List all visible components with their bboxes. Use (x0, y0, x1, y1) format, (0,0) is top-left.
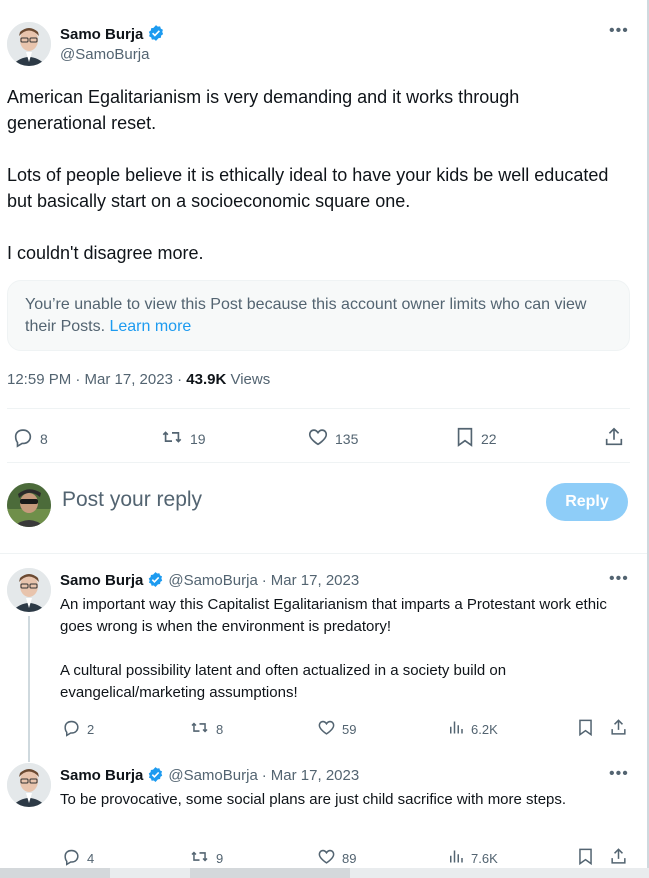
bookmark-action[interactable] (577, 847, 600, 869)
reply-paragraph: To be provocative, some social plans are… (60, 791, 567, 808)
bookmark-icon (577, 718, 600, 740)
reply-action[interactable]: 2 (62, 718, 94, 740)
more-icon[interactable]: ••• (609, 570, 629, 588)
author-name[interactable]: Samo Burja (60, 572, 143, 589)
like-count: 59 (342, 721, 357, 737)
reply-paragraph: A cultural possibility latent and often … (60, 662, 507, 701)
author-handle[interactable]: @SamoBurja (168, 767, 257, 784)
like-icon (317, 718, 342, 740)
post-paragraph: American Egalitarianism is very demandin… (7, 87, 520, 133)
author-name[interactable]: Samo Burja (60, 767, 143, 784)
more-icon[interactable]: ••• (609, 765, 629, 783)
reply-date[interactable]: Mar 17, 2023 (271, 767, 359, 784)
reply-text: To be provocative, some social plans are… (60, 789, 620, 833)
horizontal-scrollbar[interactable] (0, 868, 649, 878)
repost-count: 8 (216, 721, 224, 737)
post-paragraph: I couldn't disagree more. (7, 243, 204, 263)
views-count: 43.9K (186, 371, 227, 388)
post-meta: 12:59 PM · Mar 17, 2023 · 43.9K Views (7, 371, 270, 388)
separator: · (261, 767, 267, 784)
author-avatar[interactable] (7, 568, 51, 612)
like-icon (317, 847, 342, 869)
divider (7, 462, 630, 463)
reply-count: 4 (87, 850, 95, 866)
repost-action[interactable]: 8 (189, 718, 223, 740)
share-action[interactable] (609, 718, 634, 740)
reply-count: 8 (40, 430, 48, 447)
views-icon (447, 847, 471, 869)
like-action[interactable]: 135 (307, 426, 358, 451)
share-icon (609, 718, 634, 740)
repost-action[interactable]: 9 (189, 847, 223, 869)
author-handle[interactable]: @SamoBurja (60, 46, 149, 63)
reply-header: Samo Burja @SamoBurja · Mar 17, 2023 (60, 766, 359, 787)
like-count: 89 (342, 850, 357, 866)
views-count: 6.2K (471, 721, 498, 737)
repost-icon (160, 426, 190, 451)
repost-icon (189, 847, 216, 869)
thread-line (28, 616, 30, 762)
author-name-row[interactable]: Samo Burja (60, 24, 165, 47)
author-name[interactable]: Samo Burja (60, 26, 143, 43)
author-handle[interactable]: @SamoBurja (168, 572, 257, 589)
bookmark-action[interactable]: 22 (455, 426, 497, 451)
views-action[interactable]: 6.2K (447, 718, 498, 740)
repost-count: 9 (216, 850, 224, 866)
bookmark-action[interactable] (577, 718, 600, 740)
reply-text: An important way this Capitalist Egalita… (60, 594, 620, 726)
scrollbar-segment (0, 868, 110, 878)
author-avatar[interactable] (7, 22, 51, 66)
reply-button[interactable]: Reply (546, 483, 628, 521)
reply-icon (62, 718, 87, 740)
reply-count: 2 (87, 721, 95, 737)
verified-badge-icon (147, 571, 164, 592)
bookmark-icon (455, 426, 481, 451)
reply-icon (62, 847, 87, 869)
reply-action[interactable]: 8 (12, 426, 48, 451)
views-action[interactable]: 7.6K (447, 847, 498, 869)
repost-count: 19 (190, 430, 206, 447)
like-action[interactable]: 59 (317, 718, 356, 740)
post-timestamp[interactable]: 12:59 PM · Mar 17, 2023 · (7, 371, 186, 388)
views-icon (447, 718, 471, 740)
views-label: Views (230, 371, 271, 388)
verified-badge-icon (147, 766, 164, 787)
post-actions: 8 19 135 22 (0, 420, 647, 454)
bookmark-count: 22 (481, 430, 497, 447)
share-icon (603, 426, 631, 451)
share-action[interactable] (603, 426, 631, 451)
reply-input[interactable]: Post your reply (62, 488, 202, 512)
reply-header: Samo Burja @SamoBurja · Mar 17, 2023 (60, 571, 359, 592)
scrollbar-thumb[interactable] (190, 868, 350, 878)
current-user-avatar[interactable] (7, 483, 51, 527)
reply-icon (12, 426, 40, 451)
repost-action[interactable]: 19 (160, 426, 206, 451)
views-count: 7.6K (471, 850, 498, 866)
like-count: 135 (335, 430, 359, 447)
reply-paragraph: An important way this Capitalist Egalita… (60, 596, 607, 635)
restricted-post-notice: You’re unable to view this Post because … (7, 280, 630, 351)
author-avatar[interactable] (7, 763, 51, 807)
post-text: American Egalitarianism is very demandin… (7, 84, 617, 292)
like-action[interactable]: 89 (317, 847, 356, 869)
bookmark-icon (577, 847, 600, 869)
share-icon (609, 847, 634, 869)
reply-action[interactable]: 4 (62, 847, 94, 869)
reply-date[interactable]: Mar 17, 2023 (271, 572, 359, 589)
section-divider (0, 553, 647, 554)
post-paragraph: Lots of people believe it is ethically i… (7, 165, 609, 211)
repost-icon (189, 718, 216, 740)
learn-more-link[interactable]: Learn more (109, 318, 191, 335)
verified-badge-icon (147, 24, 165, 47)
like-icon (307, 426, 335, 451)
separator: · (261, 572, 267, 589)
more-icon[interactable]: ••• (609, 22, 629, 40)
divider (7, 408, 630, 409)
share-action[interactable] (609, 847, 634, 869)
